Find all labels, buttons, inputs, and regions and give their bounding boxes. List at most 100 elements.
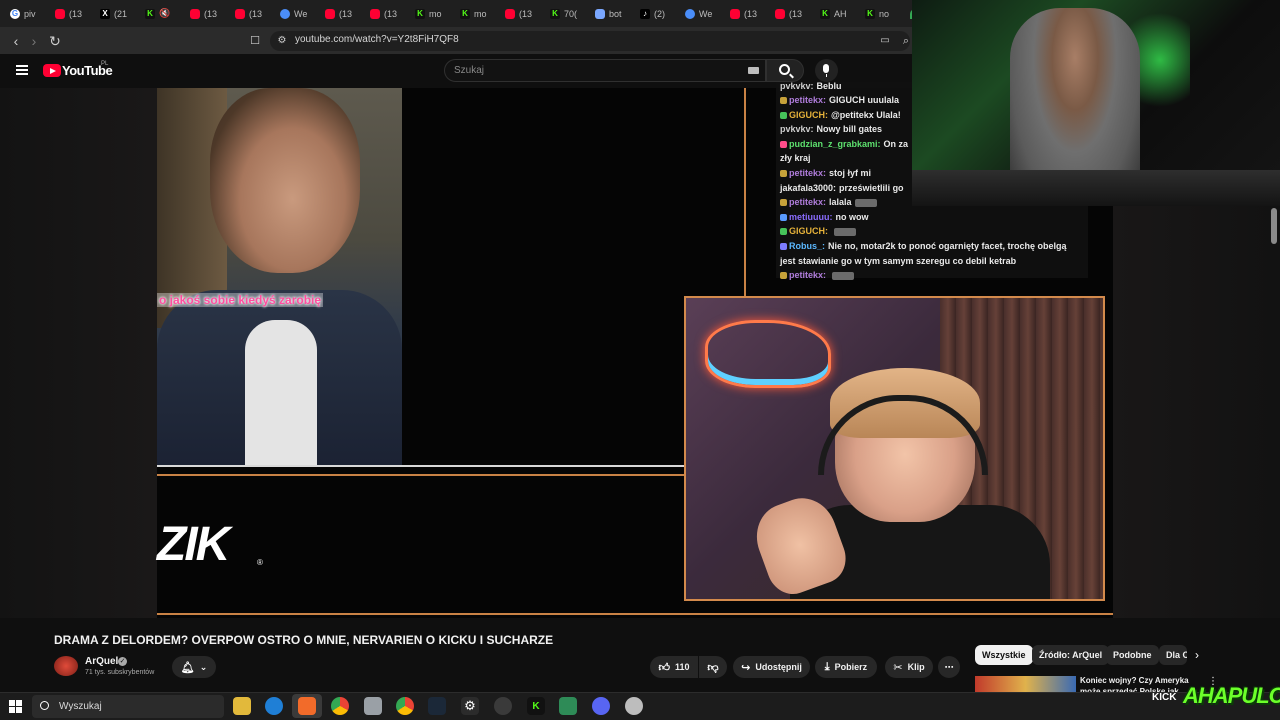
chat-message: GIGUCH: @petitekx Ulala! bbox=[780, 110, 901, 120]
youtube-logo-icon[interactable] bbox=[43, 64, 61, 77]
clip-button[interactable]: ✂ Klip bbox=[885, 656, 933, 678]
chip-for-you[interactable]: Dla C bbox=[1159, 645, 1187, 665]
divider bbox=[157, 613, 1113, 615]
search-icon bbox=[779, 64, 790, 75]
chat-message: pvkvkv: Beblu bbox=[780, 81, 842, 91]
site-info-icon[interactable]: ⚙ bbox=[274, 33, 290, 49]
browser-tab-label: AH bbox=[834, 8, 847, 19]
back-icon[interactable]: ‹ bbox=[8, 33, 24, 49]
discord-icon[interactable] bbox=[592, 697, 610, 715]
dislike-button[interactable]: 👎︎ bbox=[699, 656, 727, 678]
browser-tab-label: (2) bbox=[654, 8, 665, 19]
chevron-right-icon[interactable]: › bbox=[1195, 648, 1199, 662]
avatar[interactable] bbox=[54, 656, 78, 676]
notifications-button[interactable]: 🔔︎ ⌄ bbox=[172, 656, 216, 678]
like-count: 110 bbox=[674, 662, 690, 672]
taskbar-search-label: Wyszukaj bbox=[59, 701, 102, 712]
browser-tab[interactable]: (13 bbox=[499, 0, 544, 27]
browser-tab[interactable]: Gpiv bbox=[4, 0, 49, 27]
chat-message: GIGUCH: bbox=[780, 226, 856, 236]
browser-tab[interactable]: (13 bbox=[49, 0, 94, 27]
browser-tab[interactable]: (13 bbox=[319, 0, 364, 27]
windows-start-icon[interactable] bbox=[9, 700, 22, 713]
download-icon: ⤓ bbox=[824, 660, 830, 673]
settings-icon[interactable]: ⚙ bbox=[461, 697, 479, 715]
browser-tab[interactable]: (13 bbox=[769, 0, 814, 27]
mic-icon[interactable] bbox=[815, 59, 838, 82]
menu-icon[interactable] bbox=[16, 65, 28, 75]
cast-icon[interactable]: ▭ bbox=[877, 33, 893, 49]
browser-tab[interactable]: (13 bbox=[364, 0, 409, 27]
browser-tab[interactable]: (13 bbox=[229, 0, 274, 27]
chat-badge-icon bbox=[780, 170, 787, 178]
search-icon bbox=[40, 701, 49, 710]
browser-tab[interactable]: Kmo bbox=[409, 0, 454, 27]
divider bbox=[157, 465, 684, 467]
chat-text: GIGUCH uuulala bbox=[829, 95, 900, 105]
browser-tab[interactable]: (13 bbox=[184, 0, 229, 27]
channel-overlay-logo: AHAPULCO bbox=[1183, 683, 1280, 708]
youtube-icon bbox=[775, 8, 785, 19]
browser-tab[interactable]: Kmo bbox=[454, 0, 499, 27]
edge-icon bbox=[280, 8, 290, 19]
more-actions-button[interactable]: ⋯ bbox=[938, 656, 960, 678]
chat-message: petitekx: lalala bbox=[780, 197, 877, 207]
download-label: Pobierz bbox=[834, 662, 868, 672]
browser-tab[interactable]: We bbox=[274, 0, 319, 27]
browser-tab[interactable]: X (21 bbox=[94, 0, 139, 27]
chrome-icon[interactable] bbox=[396, 697, 414, 715]
chat-message: petitekx: bbox=[780, 270, 855, 280]
obs-icon[interactable] bbox=[494, 697, 512, 715]
browser-tab[interactable]: (13 bbox=[724, 0, 769, 27]
chat-badge-icon bbox=[780, 97, 787, 105]
chrome-icon[interactable] bbox=[331, 697, 349, 715]
chat-badge-icon bbox=[780, 141, 787, 149]
chat-username: metiuuuu: bbox=[789, 212, 833, 222]
like-button[interactable]: 👍︎ 110 bbox=[650, 656, 698, 678]
player-side-left bbox=[0, 88, 157, 618]
search-input[interactable] bbox=[444, 59, 766, 82]
kick-icon: K bbox=[415, 8, 425, 19]
share-button[interactable]: ↪ Udostępnij bbox=[733, 656, 810, 678]
kick-icon[interactable]: K bbox=[527, 697, 545, 715]
browser-tab[interactable]: K AH bbox=[814, 0, 859, 27]
chat-badge-icon bbox=[780, 199, 787, 207]
bookmark-icon[interactable]: ☐ bbox=[247, 33, 263, 49]
chat-text: Beblu bbox=[816, 81, 842, 91]
file-explorer-icon[interactable] bbox=[233, 697, 251, 715]
browser-tab[interactable]: Kno bbox=[859, 0, 904, 27]
browser-tab[interactable]: We bbox=[679, 0, 724, 27]
chat-username: GIGUCH: bbox=[789, 226, 828, 236]
url-text[interactable]: youtube.com/watch?v=Y2t8FiH7QF8 bbox=[295, 34, 459, 45]
app-icon[interactable] bbox=[625, 697, 643, 715]
browser-tab-label: (13 bbox=[384, 8, 398, 19]
page-scrollbar[interactable] bbox=[1271, 208, 1277, 244]
forward-icon[interactable]: › bbox=[26, 33, 42, 49]
chat-text: @petitekx Ulala! bbox=[831, 110, 901, 120]
edge-icon[interactable] bbox=[265, 697, 283, 715]
browser-tab[interactable]: K 70( bbox=[544, 0, 589, 27]
app-icon[interactable] bbox=[559, 697, 577, 715]
browser-tab-label: (13 bbox=[744, 8, 758, 19]
browser-tab[interactable]: K 🔇 bbox=[139, 0, 184, 27]
chat-text: On za bbox=[883, 139, 909, 149]
chat-message: pudzian_z_grabkami: On za bbox=[780, 139, 908, 149]
clip-label: Klip bbox=[907, 662, 925, 672]
youtube-icon bbox=[55, 8, 65, 19]
download-button[interactable]: ⤓ Pobierz bbox=[815, 656, 877, 678]
youtube-icon bbox=[505, 8, 515, 19]
steam-icon[interactable] bbox=[428, 697, 446, 715]
chat-emote-icon bbox=[854, 198, 877, 207]
chip-related[interactable]: Podobne bbox=[1106, 645, 1159, 665]
browser-tab[interactable]: bot bbox=[589, 0, 634, 27]
browser-tab[interactable]: ♪ (2) bbox=[634, 0, 679, 27]
chip-all[interactable]: Wszystkie bbox=[975, 645, 1033, 665]
app-icon[interactable] bbox=[364, 697, 382, 715]
chip-source[interactable]: Źródło: ArQuel bbox=[1032, 645, 1110, 665]
channel-name[interactable]: ArQuel bbox=[85, 656, 118, 667]
reload-icon[interactable]: ↻ bbox=[47, 33, 63, 49]
brave-icon[interactable] bbox=[298, 697, 316, 715]
keyboard-icon[interactable] bbox=[748, 67, 759, 74]
clip-person-shirt bbox=[245, 320, 317, 466]
chat-badge-icon bbox=[780, 272, 787, 280]
